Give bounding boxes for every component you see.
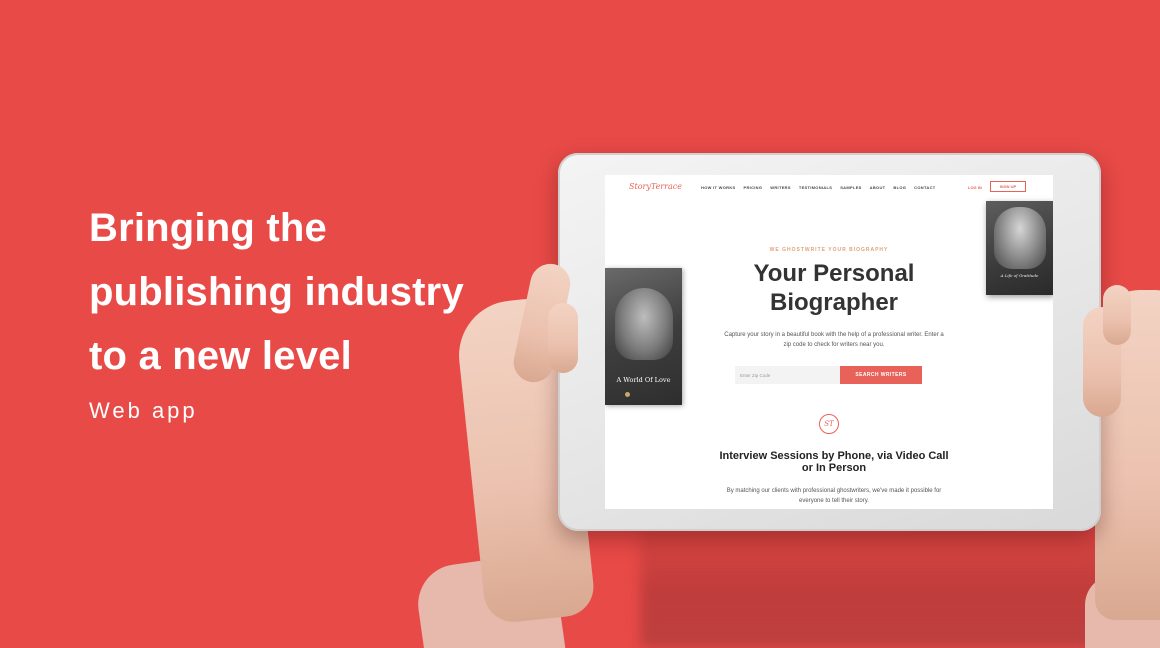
tablet-screen: StoryTerrace HOW IT WORKS PRICING WRITER… [605,175,1053,509]
hero-kicker: WE GHOSTWRITE YOUR BIOGRAPHY [769,247,889,253]
search-writers-button[interactable]: SEARCH WRITERS [840,366,922,384]
tablet-device: StoryTerrace HOW IT WORKS PRICING WRITER… [558,153,1101,531]
login-link[interactable]: LOG IN [968,185,982,190]
nav-about[interactable]: ABOUT [870,185,886,190]
nav-pricing[interactable]: PRICING [744,185,763,190]
nav-testimonials[interactable]: TESTIMONIALS [799,185,832,190]
section-title: Interview Sessions by Phone, via Video C… [719,450,949,474]
book-emblem-icon [625,392,630,397]
seal-icon: ST [819,414,839,434]
nav-contact[interactable]: CONTACT [914,185,935,190]
hero-description: Capture your story in a beautiful book w… [724,332,944,348]
book-right-title: A Life of Gratitude [1000,273,1039,278]
headline: Bringing the publishing industry to a ne… [89,196,519,388]
section-description: By matching our clients with professiona… [726,488,942,504]
headline-line-3: to a new level [89,334,352,378]
hero-title: Your Personal Biographer [705,259,963,317]
headline-line-2: publishing industry [89,270,464,314]
zip-code-input[interactable] [735,366,840,384]
right-finger [1103,285,1131,345]
subline: Web app [89,398,198,423]
book-photo [615,288,673,360]
hero-title-line-2: Biographer [769,289,898,316]
left-finger [548,303,578,373]
nav-samples[interactable]: SAMPLES [840,185,861,190]
headline-line-1: Bringing the [89,206,327,250]
site-logo[interactable]: StoryTerrace [629,182,682,191]
signup-button[interactable]: SIGN UP [990,181,1026,192]
nav-writers[interactable]: WRITERS [770,185,791,190]
book-cover-left: A World Of Love [605,268,682,405]
nav-links: HOW IT WORKS PRICING WRITERS TESTIMONIAL… [701,185,936,190]
nav-blog[interactable]: BLOG [893,185,906,190]
book-photo [994,207,1046,269]
nav-how-it-works[interactable]: HOW IT WORKS [701,185,736,190]
hero-title-line-1: Your Personal [753,260,915,287]
site-navbar: StoryTerrace HOW IT WORKS PRICING WRITER… [605,175,1053,199]
book-left-title: A World Of Love [616,376,671,384]
